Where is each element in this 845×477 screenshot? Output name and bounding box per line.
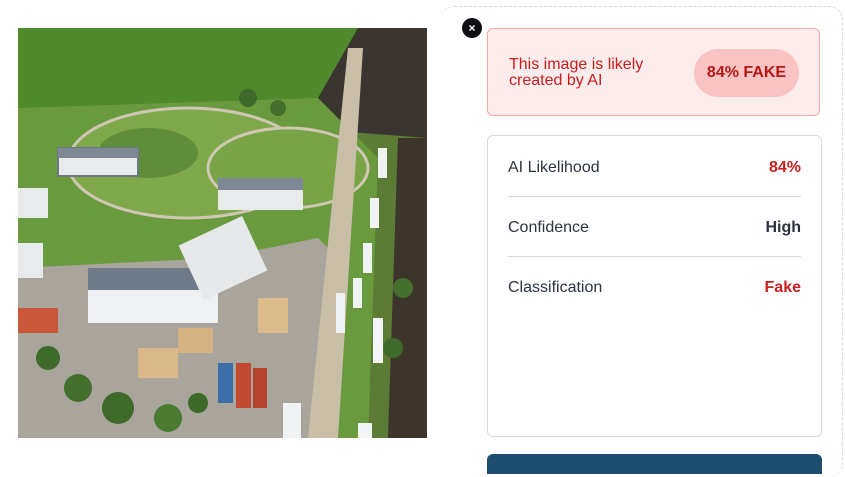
close-button[interactable]: × xyxy=(462,18,482,38)
action-button[interactable] xyxy=(487,454,822,474)
stat-value: 84% xyxy=(768,159,801,176)
stat-value: High xyxy=(765,219,801,236)
result-message: This image is likely created by AI xyxy=(509,56,644,89)
result-alert: This image is likely created by AI 84% F… xyxy=(487,28,820,116)
stat-row-ai-likelihood: AI Likelihood 84% xyxy=(508,140,801,197)
stat-label: Classification xyxy=(508,279,603,296)
stat-value: Fake xyxy=(764,279,801,296)
close-icon: × xyxy=(468,21,476,35)
stat-label: AI Likelihood xyxy=(508,159,600,176)
analyzed-image xyxy=(18,28,427,438)
stat-label: Confidence xyxy=(508,219,589,236)
fake-percentage-badge: 84% FAKE xyxy=(694,49,799,97)
stat-row-classification: Classification Fake xyxy=(508,260,801,316)
stat-row-confidence: Confidence High xyxy=(508,200,801,257)
stats-panel: AI Likelihood 84% Confidence High Classi… xyxy=(487,135,822,437)
